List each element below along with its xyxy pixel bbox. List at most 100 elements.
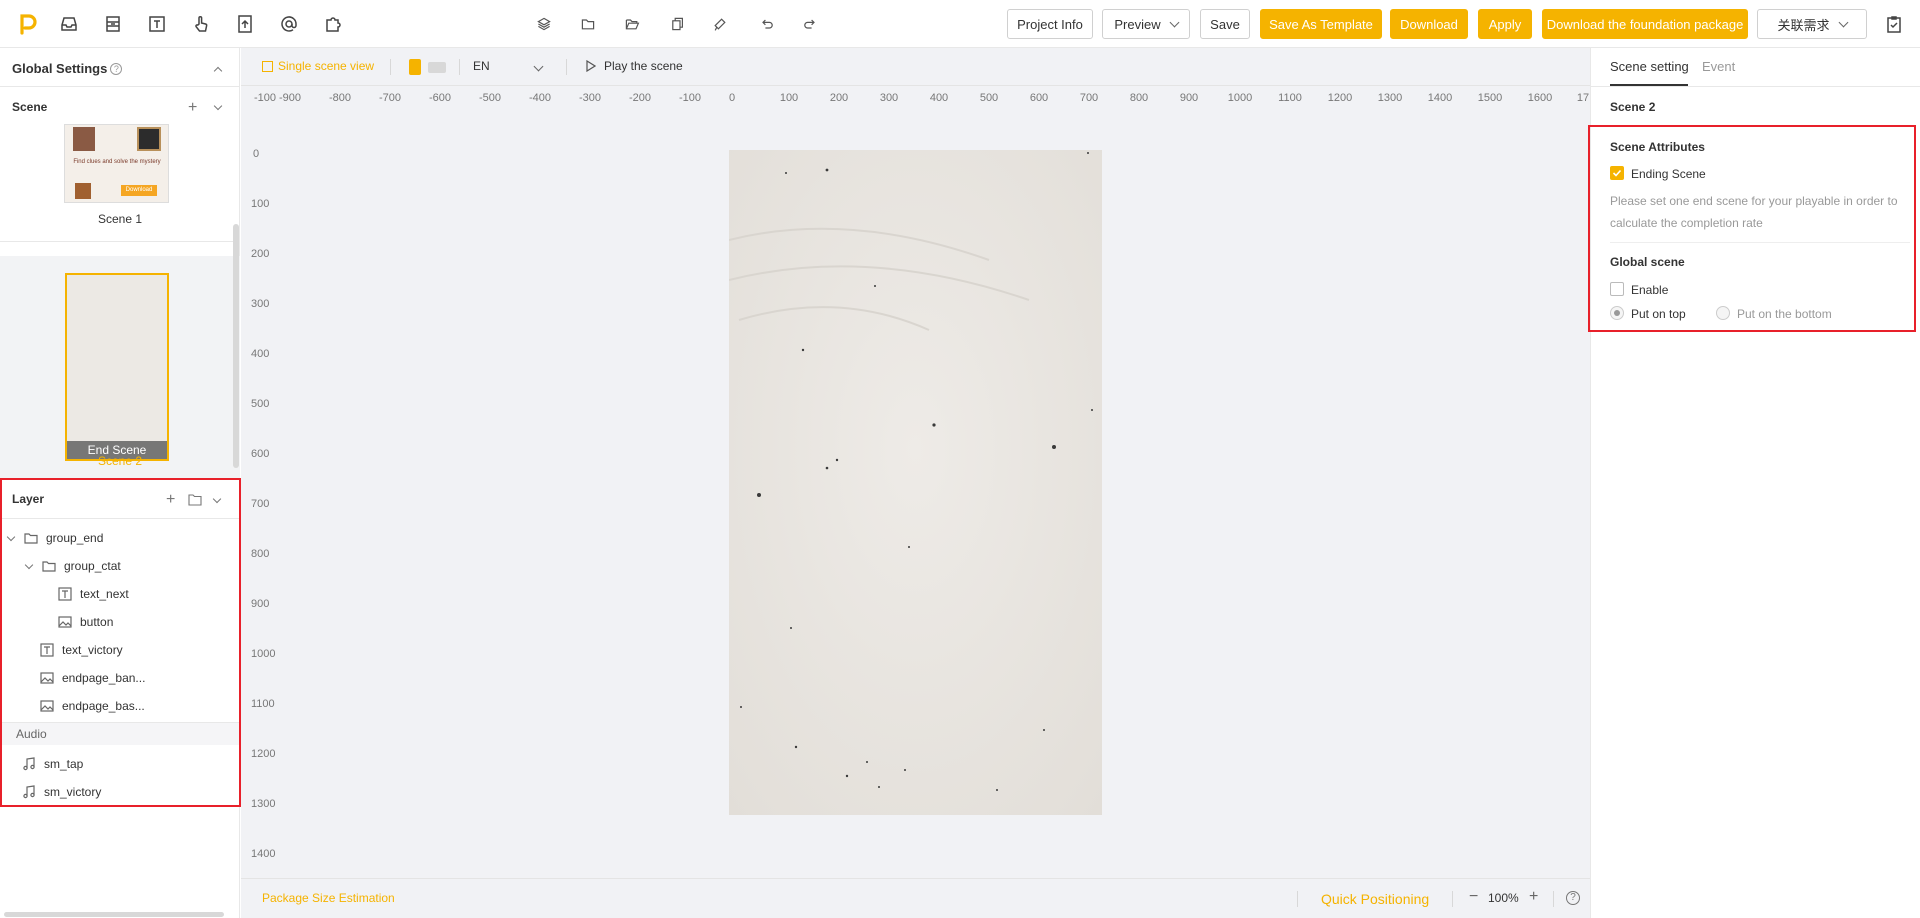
app-icon xyxy=(75,183,91,199)
horizontal-scrollbar[interactable] xyxy=(4,912,224,917)
global-scene-title: Global scene xyxy=(1610,255,1685,269)
audio-header: Audio xyxy=(0,723,240,745)
language-select[interactable]: EN xyxy=(473,59,553,73)
layer-panel: Layer + group_end group_ctat text_next b… xyxy=(0,478,240,808)
divider xyxy=(1297,891,1298,907)
add-layer-icon[interactable]: + xyxy=(166,492,175,508)
put-on-bottom-radio[interactable] xyxy=(1716,306,1730,320)
divider xyxy=(459,59,460,75)
thumb-download-badge: Download xyxy=(121,185,157,196)
thumb-caption: Find clues and solve the mystery xyxy=(73,159,161,165)
puzzle-icon[interactable] xyxy=(322,13,344,35)
help-icon[interactable]: ? xyxy=(1566,891,1580,905)
save-as-template-button[interactable]: Save As Template xyxy=(1260,9,1382,39)
scene-2-item[interactable]: End Scene xyxy=(0,256,240,478)
portrait-mode-toggle[interactable] xyxy=(409,59,421,75)
global-settings-header[interactable]: Global Settings? xyxy=(12,61,123,76)
upload-icon[interactable] xyxy=(234,13,256,35)
layer-item[interactable]: group_ctat xyxy=(0,552,240,580)
divider xyxy=(1553,891,1554,907)
put-on-top-label: Put on top xyxy=(1631,307,1686,321)
save-button[interactable]: Save xyxy=(1200,9,1250,39)
scene-header: Scene xyxy=(12,100,48,114)
paper-texture xyxy=(729,150,1102,815)
text-icon xyxy=(40,643,54,657)
layer-item[interactable]: endpage_bas... xyxy=(0,692,240,720)
undo-icon[interactable] xyxy=(756,13,778,35)
single-scene-view-toggle[interactable]: Single scene view xyxy=(262,59,374,73)
layer-item[interactable]: group_end xyxy=(0,524,240,552)
download-foundation-button[interactable]: Download the foundation package xyxy=(1542,9,1748,39)
divider xyxy=(0,86,240,87)
folder-icon[interactable] xyxy=(577,13,599,35)
layer-item[interactable]: text_victory xyxy=(0,636,240,664)
expand-icon[interactable] xyxy=(24,560,34,569)
layer-item[interactable]: text_next xyxy=(0,580,240,608)
clipboard-check-icon[interactable] xyxy=(1883,13,1905,35)
landscape-mode-toggle[interactable] xyxy=(428,62,446,73)
play-icon xyxy=(586,60,596,72)
preview-dropdown[interactable]: Preview xyxy=(1102,9,1190,39)
tab-event[interactable]: Event xyxy=(1702,59,1735,74)
layers-icon[interactable] xyxy=(533,13,555,35)
package-size-estimation-link[interactable]: Package Size Estimation xyxy=(262,891,395,905)
copy-icon[interactable] xyxy=(665,13,687,35)
image-icon xyxy=(40,699,54,713)
related-requirements-dropdown[interactable]: 关联需求 xyxy=(1757,9,1867,39)
help-icon[interactable]: ? xyxy=(110,63,123,75)
layer-header: Layer xyxy=(12,492,45,506)
check-icon xyxy=(1612,169,1622,177)
chevron-down-icon[interactable] xyxy=(212,494,222,504)
layer-item[interactable]: endpage_ban... xyxy=(0,664,240,692)
scene-list-scrollbar[interactable] xyxy=(233,224,239,468)
folder-icon[interactable] xyxy=(188,494,202,506)
chevron-down-icon xyxy=(1169,17,1180,27)
at-icon[interactable] xyxy=(278,13,300,35)
download-button[interactable]: Download xyxy=(1390,9,1468,39)
touch-icon[interactable] xyxy=(190,13,212,35)
put-on-top-radio[interactable] xyxy=(1610,306,1624,320)
scene-name: Scene 2 xyxy=(1610,100,1656,114)
scene-2-label[interactable]: Scene 2 xyxy=(0,454,240,468)
ending-scene-label: Ending Scene xyxy=(1631,167,1706,181)
audio-item[interactable]: sm_victory xyxy=(0,778,240,806)
scene-2-thumbnail[interactable]: End Scene xyxy=(65,273,169,461)
apply-button[interactable]: Apply xyxy=(1478,9,1532,39)
layout-icon[interactable] xyxy=(102,13,124,35)
inbox-icon[interactable] xyxy=(58,13,80,35)
expand-icon[interactable] xyxy=(6,532,16,541)
canvas-toolbar: Single scene view EN Play the scene xyxy=(241,48,1590,86)
zoom-level: 100% xyxy=(1488,891,1519,905)
project-info-button[interactable]: Project Info xyxy=(1007,9,1093,39)
scene-1-thumbnail[interactable]: Find clues and solve the mystery Downloa… xyxy=(64,124,169,203)
audio-item[interactable]: sm_tap xyxy=(0,750,240,778)
quick-positioning-button[interactable]: Quick Positioning xyxy=(1321,891,1429,907)
scene-attributes-title: Scene Attributes xyxy=(1610,140,1705,154)
put-on-bottom-label: Put on the bottom xyxy=(1737,307,1832,321)
chevron-down-icon[interactable] xyxy=(213,101,223,111)
enable-global-checkbox[interactable] xyxy=(1610,282,1624,296)
tab-scene-setting[interactable]: Scene setting xyxy=(1610,59,1689,74)
app-logo-icon[interactable] xyxy=(16,12,40,36)
ending-scene-checkbox[interactable] xyxy=(1610,166,1624,180)
layer-item[interactable]: button xyxy=(0,608,240,636)
scene-canvas[interactable] xyxy=(729,150,1102,815)
scene-list: Find clues and solve the mystery Downloa… xyxy=(0,124,240,478)
zoom-out-button[interactable]: − xyxy=(1469,888,1478,906)
add-scene-icon[interactable]: + xyxy=(188,100,197,116)
folder-open-icon[interactable] xyxy=(621,13,643,35)
divider xyxy=(390,59,391,75)
music-note-icon xyxy=(22,757,36,771)
chevron-down-icon xyxy=(533,61,544,72)
redo-icon[interactable] xyxy=(799,13,821,35)
left-panel: Global Settings? Scene + Find clues and … xyxy=(0,48,240,918)
brush-icon[interactable] xyxy=(709,13,731,35)
text-icon xyxy=(58,587,72,601)
chevron-up-icon[interactable] xyxy=(213,66,223,76)
divider xyxy=(566,59,567,75)
scene-1-label[interactable]: Scene 1 xyxy=(0,212,240,226)
text-icon[interactable] xyxy=(146,13,168,35)
canvas-area: Single scene view EN Play the scene -100… xyxy=(241,48,1590,918)
zoom-in-button[interactable]: + xyxy=(1529,888,1538,906)
play-scene-button[interactable]: Play the scene xyxy=(586,59,683,73)
